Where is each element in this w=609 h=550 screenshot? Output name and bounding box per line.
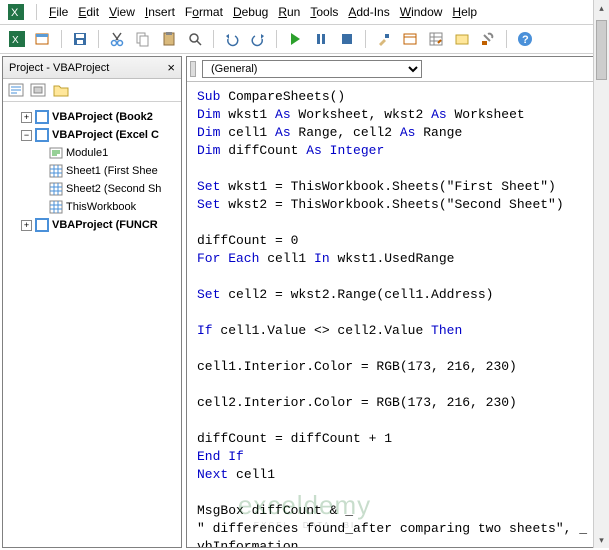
vertical-scrollbar[interactable]: ▴ ▾ [593,56,607,548]
tree-node-book2[interactable]: +VBAProject (Book2 [21,108,177,126]
object-browser-button[interactable] [451,28,473,50]
stop-button[interactable] [336,28,358,50]
tree-node-sheet2[interactable]: Sheet2 (Second Sh [35,180,177,198]
menu-view[interactable]: View [109,5,135,19]
insert-module-button[interactable] [32,28,54,50]
view-excel-button[interactable]: X [6,28,28,50]
stop-icon [339,31,355,47]
design-icon [376,31,392,47]
panel-title-bar: Project - VBAProject × [3,57,181,79]
menu-edit[interactable]: Edit [78,5,99,19]
code-pane: (General) Sub CompareSheets() Dim wkst1 … [186,56,607,548]
tree-node-thisworkbook[interactable]: ThisWorkbook [35,198,177,216]
menu-insert[interactable]: Insert [145,5,175,19]
copy-button[interactable] [132,28,154,50]
expand-icon[interactable]: + [21,112,32,123]
separator [365,30,366,48]
module-icon [49,146,63,160]
separator [98,30,99,48]
menu-help[interactable]: Help [452,5,477,19]
menu-bar: X File Edit View Insert Format Debug Run… [0,0,609,25]
undo-button[interactable] [221,28,243,50]
redo-icon [250,31,266,47]
tree-node-funcr[interactable]: +VBAProject (FUNCR [21,216,177,234]
module-icon [35,31,51,47]
vba-icon [35,110,49,124]
separator [276,30,277,48]
view-object-icon[interactable] [30,82,48,98]
cut-icon [109,31,125,47]
vba-icon [35,128,49,142]
scroll-down-icon[interactable]: ▾ [594,532,607,548]
tree-node-sheet1[interactable]: Sheet1 (First Shee [35,162,177,180]
paste-button[interactable] [158,28,180,50]
separator [506,30,507,48]
svg-text:?: ? [522,34,529,46]
folder-icon[interactable] [52,82,70,98]
project-explorer-button[interactable] [399,28,421,50]
project-tree[interactable]: +VBAProject (Book2 −VBAProject (Excel C … [3,102,181,240]
find-button[interactable] [184,28,206,50]
separator [36,4,37,20]
play-icon [287,31,303,47]
browser-icon [454,31,470,47]
grip-icon [190,61,196,77]
menu-tools[interactable]: Tools [310,5,338,19]
tree-node-excel[interactable]: −VBAProject (Excel C [21,126,177,144]
menu-run[interactable]: Run [278,5,300,19]
help-icon: ? [517,31,533,47]
project-icon [402,31,418,47]
paste-icon [161,31,177,47]
object-selector[interactable]: (General) [202,60,422,78]
project-panel: Project - VBAProject × +VBAProject (Book… [2,56,182,548]
svg-text:X: X [12,35,19,46]
menu-addins[interactable]: Add-Ins [348,5,389,19]
svg-text:X: X [11,7,19,19]
properties-button[interactable] [425,28,447,50]
menu-file[interactable]: File [49,5,68,19]
properties-icon [428,31,444,47]
workbook-icon [49,200,63,214]
expand-icon[interactable]: + [21,220,32,231]
pause-button[interactable] [310,28,332,50]
excel-icon: X [8,4,24,20]
main-area: Project - VBAProject × +VBAProject (Book… [0,54,609,550]
redo-button[interactable] [247,28,269,50]
pause-icon [313,31,329,47]
scroll-thumb[interactable] [596,56,607,80]
tree-node-module1[interactable]: Module1 [35,144,177,162]
save-button[interactable] [69,28,91,50]
undo-icon [224,31,240,47]
help-button[interactable]: ? [514,28,536,50]
menu-window[interactable]: Window [400,5,443,19]
find-icon [187,31,203,47]
separator [213,30,214,48]
design-button[interactable] [373,28,395,50]
code-editor[interactable]: Sub CompareSheets() Dim wkst1 As Workshe… [187,82,606,547]
toolbar: X ? [0,25,609,54]
separator [61,30,62,48]
menu-debug[interactable]: Debug [233,5,268,19]
view-code-icon[interactable] [8,82,26,98]
menu-format[interactable]: Format [185,5,223,19]
sheet-icon [49,164,63,178]
toolbox-icon [480,31,496,47]
sheet-icon [49,182,63,196]
panel-toolbar [3,79,181,102]
toolbox-button[interactable] [477,28,499,50]
collapse-icon[interactable]: − [21,130,32,141]
excel-small-icon: X [9,31,25,47]
run-button[interactable] [284,28,306,50]
save-icon [72,31,88,47]
panel-title-text: Project - VBAProject [9,62,109,74]
vba-icon [35,218,49,232]
code-header: (General) [187,57,606,82]
panel-close-button[interactable]: × [167,60,175,75]
cut-button[interactable] [106,28,128,50]
copy-icon [135,31,151,47]
